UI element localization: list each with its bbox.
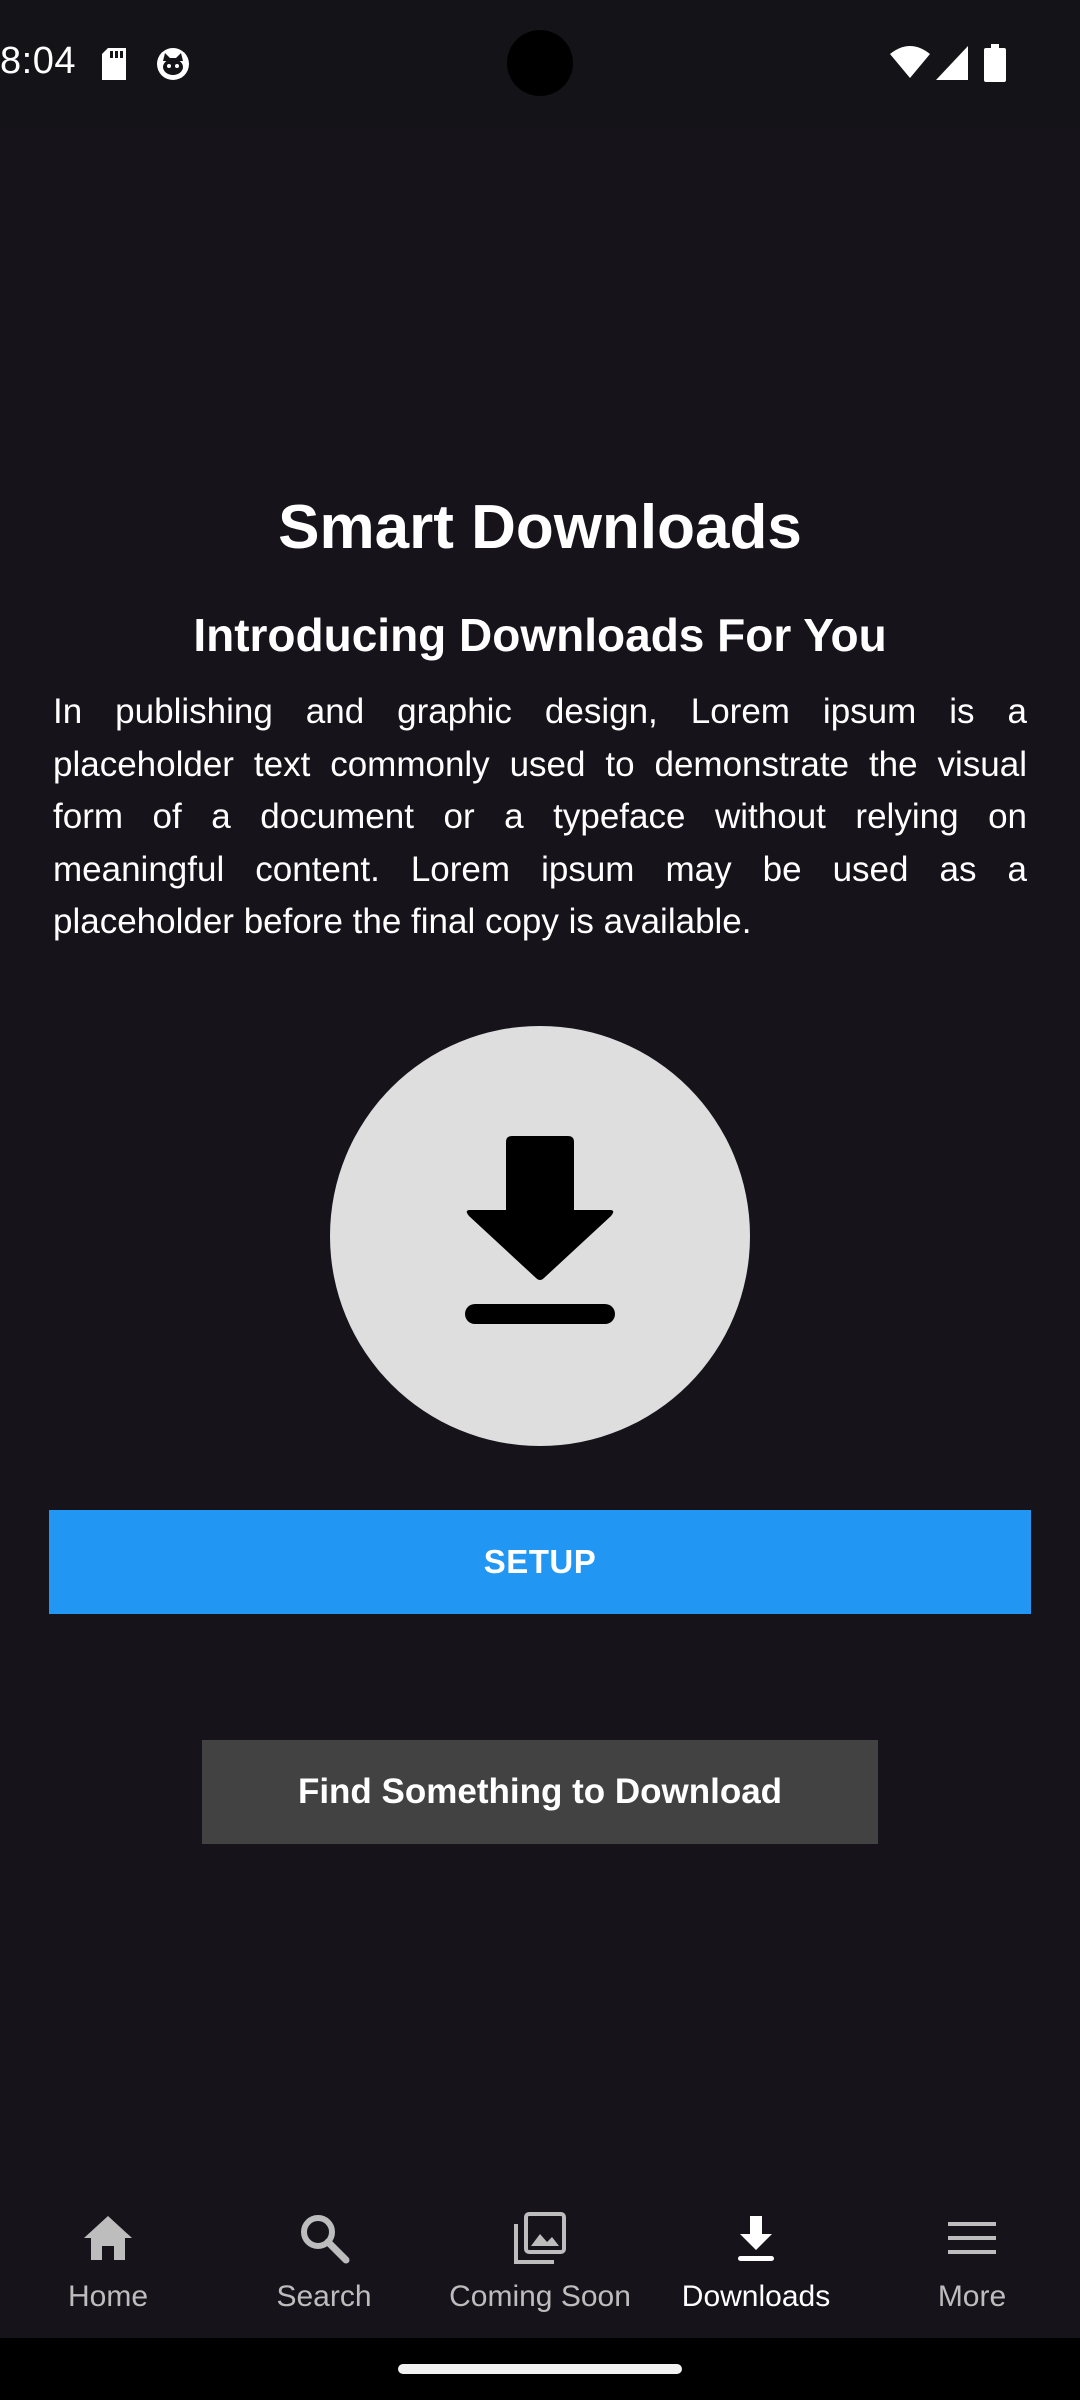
download-hero-icon [330,1026,750,1446]
page-subtitle: Introducing Downloads For You [193,609,887,661]
nav-item-home[interactable]: Home [0,2178,216,2338]
download-icon [465,1136,615,1324]
wifi-icon [890,46,930,83]
setup-button[interactable]: SETUP [49,1510,1031,1614]
description-text: In publishing and graphic design, Lorem … [53,692,1027,941]
nav-label: Downloads [681,2280,831,2313]
downloads-screen: 8:04 Smart Downloads Introducing Downloa… [0,0,1080,2400]
battery-icon [984,44,1006,87]
find-something-button[interactable]: Find Something to Download [202,1740,878,1844]
gallery-icon [512,2210,568,2266]
bottom-navigation: Home Search Coming Soon Downloads More [0,2178,1080,2338]
nav-label: Coming Soon [449,2280,631,2313]
camera-cutout [507,30,573,96]
search-icon [296,2210,352,2266]
download-icon [728,2210,784,2266]
gesture-area [0,2338,1080,2400]
nav-item-coming-soon[interactable]: Coming Soon [432,2178,648,2338]
sd-card-icon [102,48,126,85]
status-time: 8:04 [0,40,76,82]
nav-item-more[interactable]: More [864,2178,1080,2338]
nav-label: More [937,2280,1007,2313]
nav-item-downloads[interactable]: Downloads [648,2178,864,2338]
page-title: Smart Downloads [278,493,802,562]
status-bar: 8:04 [0,0,1080,128]
nav-label: Home [67,2280,149,2313]
nav-item-search[interactable]: Search [216,2178,432,2338]
home-icon [80,2210,136,2266]
nav-label: Search [276,2280,372,2313]
signal-icon [936,46,968,85]
gesture-handle[interactable] [398,2364,682,2374]
menu-icon [944,2210,1000,2266]
cat-face-icon [156,47,190,86]
